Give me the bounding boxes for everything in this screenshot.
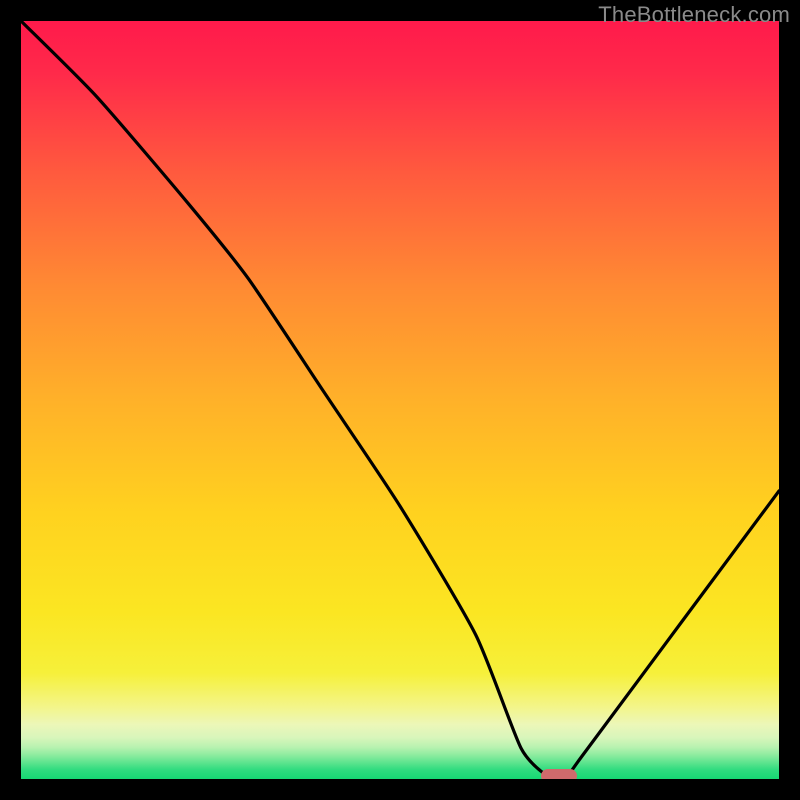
optimal-marker — [541, 769, 577, 779]
chart-frame: TheBottleneck.com — [0, 0, 800, 800]
bottleneck-curve — [21, 21, 779, 779]
plot-area — [21, 21, 779, 779]
watermark: TheBottleneck.com — [598, 2, 790, 28]
